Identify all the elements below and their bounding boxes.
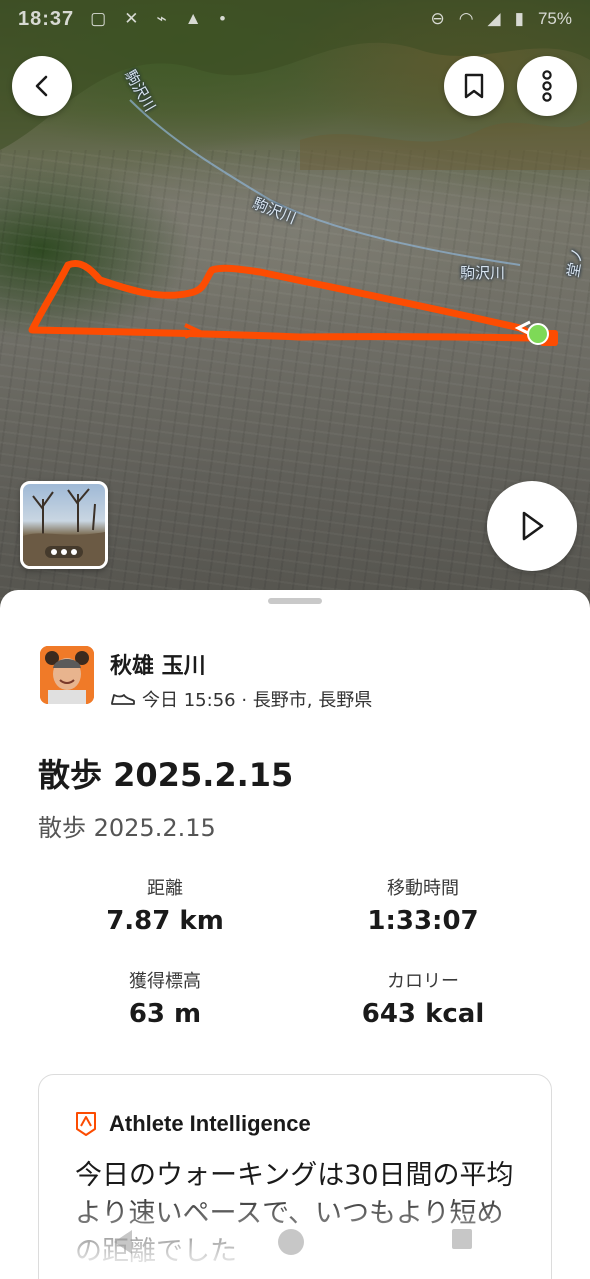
more-vertical-icon <box>542 70 552 102</box>
activity-title: 散歩 2025.2.15 <box>38 756 294 794</box>
activity-meta: 今日 15:56 · 長野市, 長野県 <box>110 686 372 712</box>
nav-home-icon[interactable] <box>276 1227 306 1257</box>
stat-distance: 距離 7.87 km <box>40 874 290 936</box>
stat-label: 距離 <box>147 878 183 899</box>
bookmark-button[interactable] <box>444 56 504 116</box>
battery-icon: ▮ <box>514 9 524 28</box>
athlete-intelligence-icon <box>76 1112 96 1136</box>
warning-icon: ▲ <box>184 9 202 28</box>
status-time: 18:37 <box>18 7 75 30</box>
activity-description: 散歩 2025.2.15 <box>38 814 216 842</box>
stat-label: 獲得標高 <box>129 971 201 992</box>
status-bar: 18:37 ▢ ✕ ⌁ ▲ • ⊖ ◠ ◢ ▮ 75% <box>0 0 590 38</box>
photo-count-indicator <box>45 546 83 558</box>
athlete-intelligence-header: Athlete Intelligence <box>75 1111 311 1137</box>
route-start-marker <box>527 323 549 345</box>
athlete-intelligence-title: Athlete Intelligence <box>109 1111 311 1136</box>
sheet-drag-handle[interactable] <box>268 598 322 604</box>
battery-percent: 75% <box>537 9 572 28</box>
stat-moving-time: 移動時間 1:33:07 <box>298 874 548 936</box>
stat-label: 移動時間 <box>387 878 459 899</box>
stat-elevation-gain: 獲得標高 63 m <box>40 967 290 1029</box>
back-button[interactable] <box>12 56 72 116</box>
stat-calories: カロリー 643 kcal <box>298 967 548 1029</box>
activity-meta-text: 今日 15:56 · 長野市, 長野県 <box>142 690 373 711</box>
stat-value: 63 m <box>128 999 202 1029</box>
map-label-river: 駒沢川 <box>460 264 506 282</box>
more-options-button[interactable] <box>517 56 577 116</box>
cell-signal-icon: ◢ <box>487 9 501 28</box>
avatar-image <box>40 646 94 704</box>
nav-recents-icon[interactable] <box>450 1227 474 1251</box>
shoe-icon <box>111 694 135 705</box>
athlete-avatar[interactable] <box>40 646 94 704</box>
hill-shade <box>300 120 590 170</box>
stat-value: 643 kcal <box>361 999 485 1029</box>
dot-icon: • <box>219 9 226 28</box>
signal-app-icon: ⌁ <box>156 9 167 28</box>
dnd-icon: ⊖ <box>430 9 445 28</box>
notification-icon: ▢ <box>90 9 107 28</box>
stat-value: 1:33:07 <box>367 906 479 936</box>
stat-value: 7.87 km <box>106 906 224 936</box>
system-navigation-bar <box>0 1205 590 1279</box>
notification-icons: ▢ ✕ ⌁ ▲ • <box>90 9 225 29</box>
system-icons: ⊖ ◠ ◢ ▮ 75% <box>430 9 572 29</box>
nav-back-icon[interactable] <box>110 1227 136 1257</box>
x-app-icon: ✕ <box>124 9 139 28</box>
play-flyover-button[interactable] <box>487 481 577 571</box>
stat-label: カロリー <box>387 971 459 992</box>
route-map[interactable]: 駒沢川 駒沢川 駒沢川 堂ノ 18:37 ▢ ✕ ⌁ ▲ • ⊖ ◠ ◢ ▮ 7… <box>0 0 590 610</box>
activity-details-sheet[interactable]: 秋雄 玉川 今日 15:56 · 長野市, 長野県 散歩 2025.2.15 散… <box>0 590 590 1279</box>
river-line <box>129 99 521 266</box>
chevron-left-icon <box>35 75 48 97</box>
athlete-name[interactable]: 秋雄 玉川 <box>110 648 206 680</box>
play-icon <box>522 511 544 541</box>
wifi-icon: ◠ <box>458 9 474 28</box>
activity-photo-thumbnail[interactable] <box>20 481 108 569</box>
bookmark-icon <box>464 73 484 99</box>
